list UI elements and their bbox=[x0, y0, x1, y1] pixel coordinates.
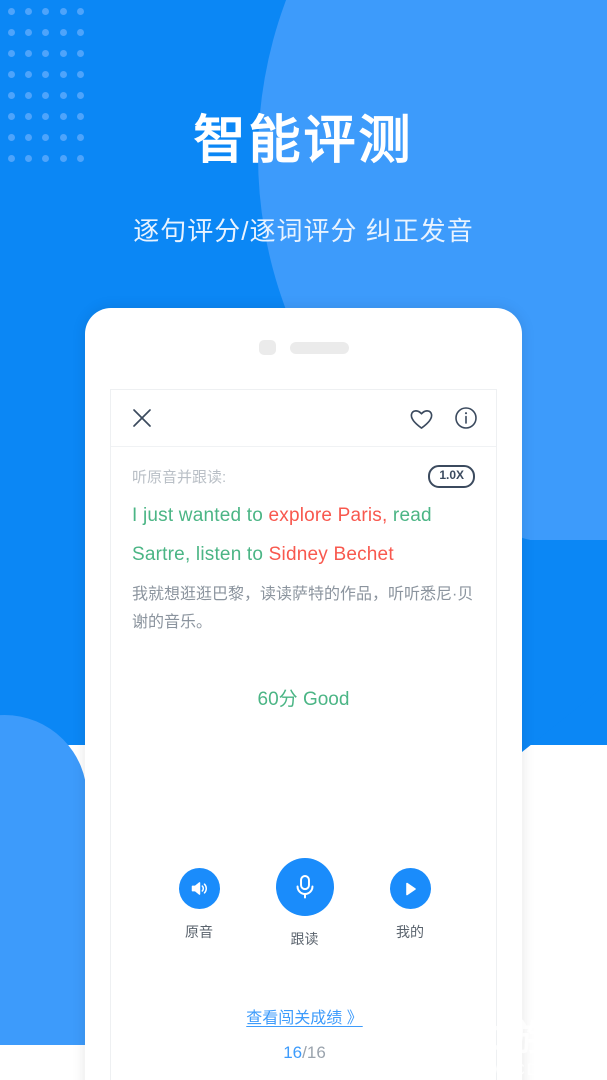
practice-sentence: I just wanted to explore Paris, read Sar… bbox=[132, 496, 475, 574]
page-total: /16 bbox=[302, 1043, 326, 1062]
app-screen: 听原音并跟读: 1.0X I just wanted to explore Pa… bbox=[110, 389, 497, 1080]
prompt-label: 听原音并跟读: bbox=[132, 468, 227, 486]
control-label: 原音 bbox=[185, 924, 213, 940]
prompt-row: 听原音并跟读: 1.0X bbox=[132, 465, 475, 488]
page-title: 智能评测 bbox=[193, 112, 414, 170]
view-results-link[interactable]: 查看闯关成绩 》 bbox=[246, 1010, 362, 1027]
score-text: 60分 Good bbox=[257, 688, 350, 710]
page-current: 16 bbox=[283, 1043, 303, 1062]
phone-mockup: 听原音并跟读: 1.0X I just wanted to explore Pa… bbox=[85, 308, 522, 1080]
playback-speed-badge[interactable]: 1.0X bbox=[428, 465, 475, 488]
info-icon[interactable] bbox=[454, 406, 478, 430]
sentence-segment-green: read bbox=[387, 504, 432, 526]
result-link-row: 查看闯关成绩 》 bbox=[111, 1004, 498, 1028]
control-label: 我的 bbox=[396, 924, 424, 940]
lesson-body: 听原音并跟读: 1.0X I just wanted to explore Pa… bbox=[111, 447, 496, 711]
app-header-bar bbox=[111, 390, 496, 447]
camera-dot-icon bbox=[258, 340, 276, 355]
page-indicator: 16/16 bbox=[111, 1043, 498, 1063]
sentence-segment-green: I just wanted to bbox=[132, 504, 269, 526]
control-my-recording[interactable]: 我的 bbox=[389, 858, 431, 942]
sentence-segment-green: listen to bbox=[190, 543, 269, 565]
heart-icon[interactable] bbox=[408, 406, 434, 430]
control-original-audio[interactable]: 原音 bbox=[178, 858, 220, 942]
background-left-shape bbox=[0, 715, 87, 1045]
microphone-icon[interactable] bbox=[275, 858, 334, 916]
phone-notch bbox=[85, 340, 522, 355]
sentence-translation: 我就想逛逛巴黎，读读萨特的作品，听听悉尼·贝谢的音乐。 bbox=[132, 585, 474, 631]
close-icon[interactable] bbox=[129, 405, 155, 431]
speaker-icon[interactable] bbox=[178, 868, 220, 909]
earpiece-speaker-icon bbox=[289, 341, 349, 354]
page-subtitle: 逐句评分/逐词评分 纠正发音 bbox=[133, 216, 474, 246]
control-label: 跟读 bbox=[290, 931, 319, 947]
sentence-segment-red: Sidney Bechet bbox=[268, 543, 394, 565]
sentence-segment-red: explore Paris, bbox=[268, 504, 388, 526]
sentence-segment-green: Sartre, bbox=[132, 543, 191, 565]
control-record[interactable]: 跟读 bbox=[275, 858, 334, 949]
promo-screen: 智能评测 逐句评分/逐词评分 纠正发音 听原音并跟读: 1.0X I just … bbox=[0, 0, 607, 1080]
play-icon[interactable] bbox=[389, 868, 431, 909]
playback-controls: 原音 跟读 我的 bbox=[111, 858, 498, 949]
